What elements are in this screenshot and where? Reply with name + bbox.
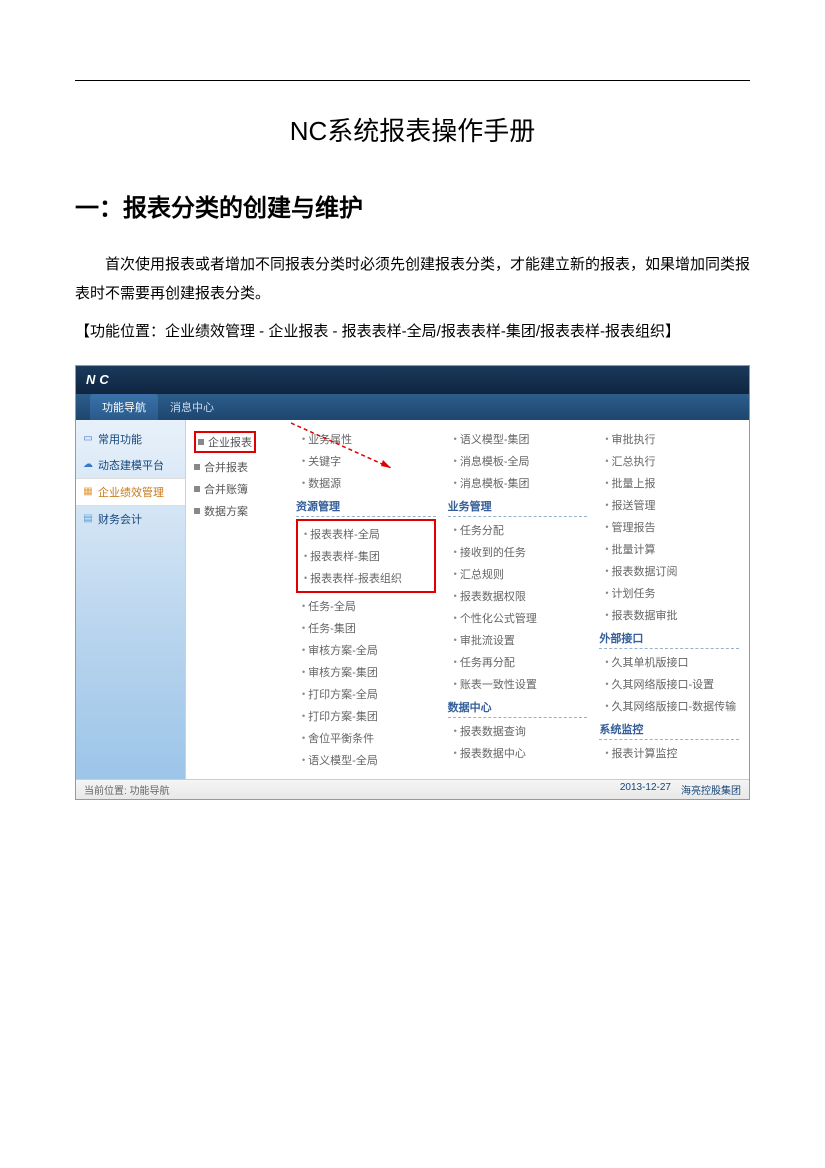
menu-heading-external: 外部接口: [599, 628, 739, 649]
horizontal-rule: [75, 80, 750, 81]
menu-link[interactable]: 业务属性: [296, 428, 436, 450]
tree-item-merge-ledger[interactable]: 合并账簿: [192, 478, 280, 500]
menu-link[interactable]: 舍位平衡条件: [296, 727, 436, 749]
section-heading: 一：报表分类的创建与维护: [75, 188, 750, 223]
menu-link[interactable]: 任务再分配: [448, 651, 588, 673]
highlight-box: 企业报表: [194, 431, 256, 453]
menu-columns: 业务属性 关键字 数据源 资源管理 报表表样-全局 报表表样-集团 报表表样-报…: [286, 420, 749, 779]
monitor-icon: ▭: [82, 433, 94, 445]
app-logo: NC: [86, 372, 113, 387]
menu-link[interactable]: 报表数据中心: [448, 742, 588, 764]
menu-col-3: 审批执行 汇总执行 批量上报 报送管理 管理报告 批量计算 报表数据订阅 计划任…: [593, 428, 745, 771]
menu-heading-resource: 资源管理: [296, 496, 436, 517]
tree-label: 合并账簿: [204, 481, 248, 497]
tree-item-enterprise-report[interactable]: 企业报表: [192, 428, 280, 456]
menu-link[interactable]: 关键字: [296, 450, 436, 472]
menu-link[interactable]: 报表数据订阅: [599, 560, 739, 582]
menu-link[interactable]: 报表数据查询: [448, 720, 588, 742]
bullet-icon: [194, 486, 200, 492]
menu-link[interactable]: 语义模型-全局: [296, 749, 436, 771]
tree-column: 企业报表 合并报表 合并账簿 数据方案: [186, 420, 286, 779]
menu-link[interactable]: 个性化公式管理: [448, 607, 588, 629]
app-tabs: 功能导航 消息中心: [76, 394, 749, 420]
menu-link-report-global[interactable]: 报表表样-全局: [300, 523, 432, 545]
menu-link[interactable]: 管理报告: [599, 516, 739, 538]
tree-label: 数据方案: [204, 503, 248, 519]
sidebar-label: 企业绩效管理: [98, 484, 164, 500]
menu-link[interactable]: 打印方案-全局: [296, 683, 436, 705]
menu-link[interactable]: 审核方案-全局: [296, 639, 436, 661]
menu-link[interactable]: 久其网络版接口-设置: [599, 673, 739, 695]
menu-link[interactable]: 数据源: [296, 472, 436, 494]
paragraph: 首次使用报表或者增加不同报表分类时必须先创建报表分类，才能建立新的报表，如果增加…: [75, 251, 750, 308]
menu-heading-business: 业务管理: [448, 496, 588, 517]
tab-nav[interactable]: 功能导航: [90, 394, 158, 420]
menu-link[interactable]: 消息模板-集团: [448, 472, 588, 494]
sidebar-label: 动态建模平台: [98, 457, 164, 473]
menu-link[interactable]: 打印方案-集团: [296, 705, 436, 727]
menu-link[interactable]: 消息模板-全局: [448, 450, 588, 472]
sidebar-item-finance[interactable]: ▤ 财务会计: [76, 506, 185, 532]
menu-link[interactable]: 报表数据审批: [599, 604, 739, 626]
menu-link[interactable]: 久其单机版接口: [599, 651, 739, 673]
document-icon: ▤: [82, 513, 94, 525]
sidebar-item-model[interactable]: ☁ 动态建模平台: [76, 452, 185, 478]
document-title: NC系统报表操作手册: [75, 111, 750, 148]
menu-col-1: 业务属性 关键字 数据源 资源管理 报表表样-全局 报表表样-集团 报表表样-报…: [290, 428, 442, 771]
status-date: 2013-12-27: [620, 782, 671, 797]
status-bar: 当前位置: 功能导航 2013-12-27 海亮控股集团: [76, 779, 749, 799]
function-location: 【功能位置：企业绩效管理 - 企业报表 - 报表表样-全局/报表表样-集团/报表…: [75, 318, 750, 347]
menu-heading-monitor: 系统监控: [599, 719, 739, 740]
menu-link[interactable]: 久其网络版接口-数据传输: [599, 695, 739, 717]
tab-messages[interactable]: 消息中心: [158, 394, 226, 420]
highlight-box: 报表表样-全局 报表表样-集团 报表表样-报表组织: [296, 519, 436, 593]
tree-label: 合并报表: [204, 459, 248, 475]
sidebar-label: 财务会计: [98, 511, 142, 527]
sidebar: ▭ 常用功能 ☁ 动态建模平台 ▦ 企业绩效管理 ▤ 财务会计: [76, 420, 186, 779]
tree-item-merge-report[interactable]: 合并报表: [192, 456, 280, 478]
menu-link-report-group[interactable]: 报表表样-集团: [300, 545, 432, 567]
cloud-icon: ☁: [82, 459, 94, 471]
app-screenshot: NC 功能导航 消息中心 ▭ 常用功能 ☁ 动态建模平台 ▦ 企业绩效管理: [75, 365, 750, 800]
menu-link[interactable]: 报表数据权限: [448, 585, 588, 607]
menu-link[interactable]: 账表一致性设置: [448, 673, 588, 695]
sidebar-item-common[interactable]: ▭ 常用功能: [76, 426, 185, 452]
menu-col-2: 语义模型-集团 消息模板-全局 消息模板-集团 业务管理 任务分配 接收到的任务…: [442, 428, 594, 771]
sidebar-item-performance[interactable]: ▦ 企业绩效管理: [76, 478, 185, 506]
menu-link[interactable]: 审批执行: [599, 428, 739, 450]
menu-link[interactable]: 接收到的任务: [448, 541, 588, 563]
menu-link[interactable]: 任务分配: [448, 519, 588, 541]
menu-link[interactable]: 汇总执行: [599, 450, 739, 472]
menu-heading-datacenter: 数据中心: [448, 697, 588, 718]
tree-label: 企业报表: [208, 434, 252, 450]
menu-link[interactable]: 批量上报: [599, 472, 739, 494]
bullet-icon: [194, 464, 200, 470]
menu-link-report-org[interactable]: 报表表样-报表组织: [300, 567, 432, 589]
menu-link[interactable]: 报表计算监控: [599, 742, 739, 764]
menu-link[interactable]: 审批流设置: [448, 629, 588, 651]
grid-icon: ▦: [82, 486, 94, 498]
app-header: NC: [76, 366, 749, 394]
menu-link[interactable]: 计划任务: [599, 582, 739, 604]
sidebar-label: 常用功能: [98, 431, 142, 447]
status-org: 海亮控股集团: [681, 782, 741, 797]
bullet-icon: [194, 508, 200, 514]
bullet-icon: [198, 439, 204, 445]
tree-item-data-plan[interactable]: 数据方案: [192, 500, 280, 522]
menu-link[interactable]: 报送管理: [599, 494, 739, 516]
status-location: 当前位置: 功能导航: [84, 782, 170, 797]
menu-link[interactable]: 任务-全局: [296, 595, 436, 617]
menu-link[interactable]: 任务-集团: [296, 617, 436, 639]
menu-link[interactable]: 语义模型-集团: [448, 428, 588, 450]
menu-link[interactable]: 汇总规则: [448, 563, 588, 585]
menu-link[interactable]: 审核方案-集团: [296, 661, 436, 683]
menu-link[interactable]: 批量计算: [599, 538, 739, 560]
